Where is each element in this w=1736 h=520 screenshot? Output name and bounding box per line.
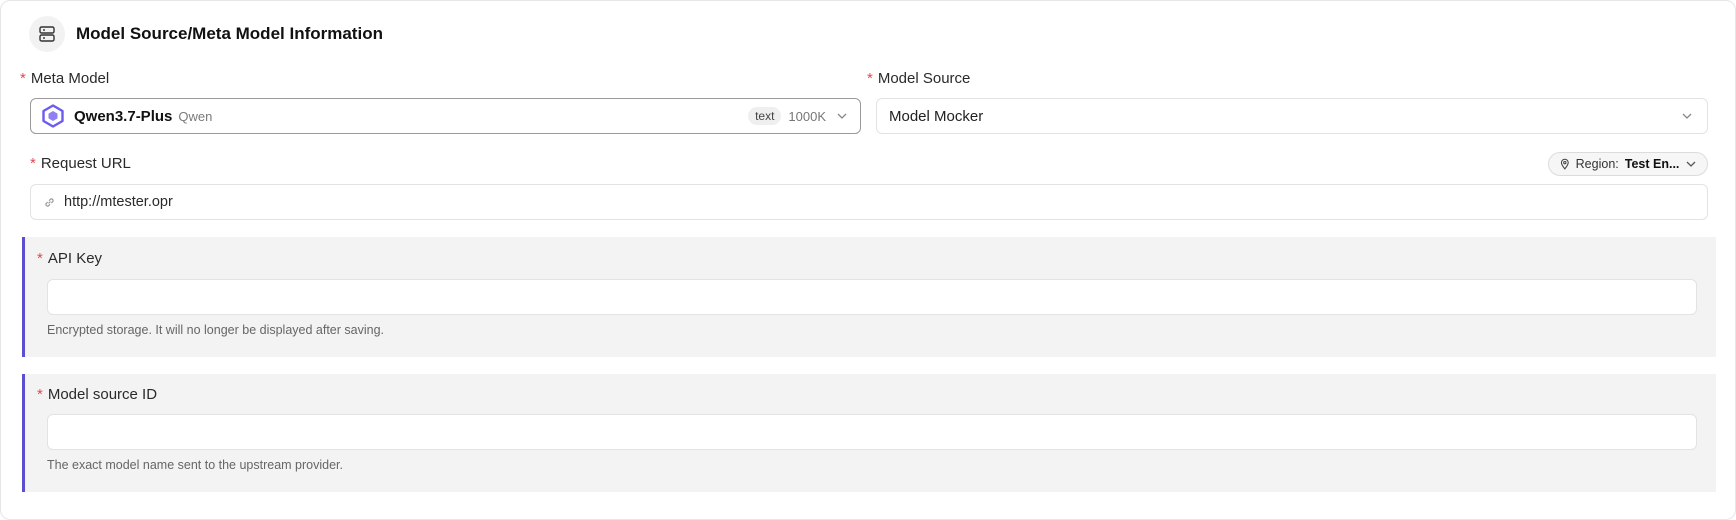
modality-tag: text: [748, 107, 782, 125]
model-source-select[interactable]: Model Mocker: [876, 98, 1708, 134]
api-key-input[interactable]: [47, 279, 1697, 315]
chevron-down-icon: [1686, 161, 1696, 167]
region-label: Region:: [1575, 157, 1619, 171]
server-icon: [29, 16, 65, 52]
api-key-help-text: Encrypted storage. It will no longer be …: [47, 323, 384, 337]
request-url-input[interactable]: http://mtester.opr: [30, 184, 1708, 220]
link-icon: [45, 197, 54, 207]
model-source-card: Model Source/Meta Model Information * Met…: [0, 0, 1736, 520]
request-url-value: http://mtester.opr: [64, 194, 173, 210]
region-value: Test En...: [1624, 157, 1680, 171]
model-source-id-help-text: The exact model name sent to the upstrea…: [47, 458, 343, 472]
meta-model-vendor: Qwen: [178, 108, 213, 124]
required-marker: *: [20, 70, 26, 87]
request-url-label: * Request URL: [30, 155, 131, 172]
model-source-id-label: * Model source ID: [37, 386, 158, 403]
meta-model-select[interactable]: Qwen3.7-Plus Qwen text 1000K: [30, 98, 861, 134]
meta-model-label: * Meta Model: [20, 70, 110, 87]
model-source-id-input[interactable]: [47, 414, 1697, 450]
meta-model-name: Qwen3.7-Plus: [74, 107, 173, 125]
api-key-section: * API Key Encrypted storage. It will no l…: [22, 237, 1716, 357]
page-title: Model Source/Meta Model Information: [76, 24, 383, 43]
context-size: 1000K: [788, 108, 826, 124]
region-selector[interactable]: Region: Test En...: [1548, 152, 1708, 176]
map-pin-icon: [1560, 158, 1569, 170]
model-source-id-section: * Model source ID The exact model name se…: [22, 374, 1716, 492]
model-source-label: * Model Source: [867, 70, 971, 87]
chevron-down-icon: [1682, 113, 1692, 119]
model-source-value: Model Mocker: [889, 107, 984, 125]
api-key-label: * API Key: [37, 250, 103, 267]
card-header: Model Source/Meta Model Information: [29, 16, 383, 52]
chevron-down-icon: [837, 113, 847, 119]
qwen-logo-icon: [42, 104, 64, 128]
